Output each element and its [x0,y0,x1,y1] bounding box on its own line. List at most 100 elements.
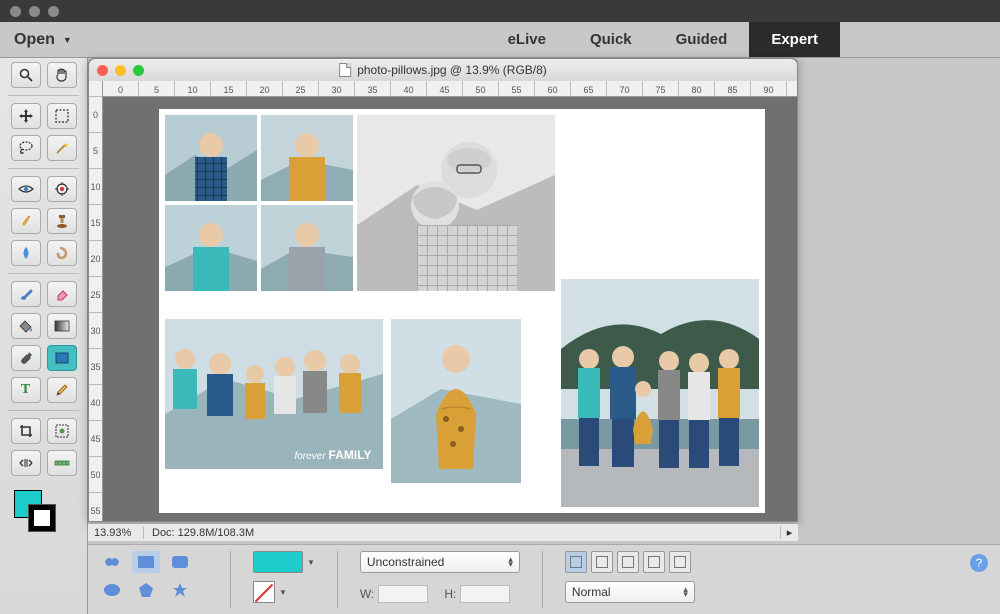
dropdown-icon: ▼ [63,35,72,45]
canvas[interactable]: forever FAMILY [103,97,797,521]
paint-bucket-tool[interactable] [11,313,41,339]
color-swatches[interactable] [6,490,81,540]
ruler-horizontal[interactable]: 051015202530354045505560657075808590 [103,81,797,97]
tab-expert[interactable]: Expert [749,22,840,57]
ruler-tick: 65 [571,81,607,96]
photo [261,205,353,291]
shape-polygon-icon[interactable] [132,579,160,601]
text-tool[interactable]: T [11,377,41,403]
no-stroke-well[interactable] [253,581,275,603]
width-value[interactable] [378,585,428,603]
workspace: T photo-pillows.jpg @ 13.9% (RG [0,58,1000,614]
document-info[interactable]: Doc: 129.8M/108.3M [144,527,780,539]
shape-tool[interactable] [47,345,77,371]
recompose-tool[interactable] [47,418,77,444]
photo [165,205,257,291]
minimize-icon[interactable] [115,65,126,76]
ruler-tick: 5 [139,81,175,96]
ruler-tick: 0 [89,97,102,133]
chevron-down-icon: ▼ [279,588,287,597]
ruler-tick: 40 [391,81,427,96]
blur-tool[interactable] [11,240,41,266]
blend-label: Normal [572,585,611,599]
crop-tool[interactable] [11,418,41,444]
gradient-tool[interactable] [47,313,77,339]
redeye-tool[interactable] [47,176,77,202]
shape-picker [98,551,208,608]
eraser-tool[interactable] [47,281,77,307]
fill-color-control[interactable]: ▼ [253,551,315,573]
exclude-shape-icon[interactable] [669,551,691,573]
shape-star-icon[interactable] [166,579,194,601]
background-color[interactable] [28,504,56,532]
open-label: Open [14,31,55,49]
ruler-tick: 50 [89,457,102,493]
healing-brush-tool[interactable] [11,208,41,234]
shape-rect-icon[interactable] [132,551,160,573]
open-menu-button[interactable]: Open ▼ [0,22,86,57]
chevron-down-icon: ▼ [307,558,315,567]
os-dot [10,6,21,17]
magic-wand-tool[interactable] [47,135,77,161]
stroke-color-control[interactable]: ▼ [253,581,287,603]
ruler-tick: 10 [89,169,102,205]
shape-custom-icon[interactable] [98,551,126,573]
options-bar: ▼ ▼ Unconstrained ▴▾ W: H: [88,544,1000,614]
ruler-tick: 35 [355,81,391,96]
document-window: photo-pillows.jpg @ 13.9% (RGB/8) 051015… [88,58,798,522]
eyedropper-tool[interactable] [11,345,41,371]
window-controls [97,65,144,76]
file-icon [339,63,351,77]
height-value[interactable] [460,585,510,603]
info-arrow-icon[interactable]: ▸ [780,526,798,539]
ruler-tick: 5 [89,133,102,169]
photo: forever FAMILY [165,319,383,469]
ruler-tick: 80 [679,81,715,96]
ruler-tick: 30 [319,81,355,96]
add-shape-icon[interactable] [591,551,613,573]
toolbox: T [0,58,88,614]
move-tool[interactable] [11,103,41,129]
brush-tool[interactable] [11,281,41,307]
pencil-tool[interactable] [47,377,77,403]
hand-tool[interactable] [47,62,77,88]
zoom-readout[interactable]: 13.93% [88,527,144,539]
ruler-vertical[interactable]: 0510152025303540455055 [89,81,103,521]
artboard: forever FAMILY [159,109,765,513]
intersect-shape-icon[interactable] [643,551,665,573]
shape-ellipse-icon[interactable] [98,579,126,601]
ruler-tick: 15 [211,81,247,96]
zoom-icon[interactable] [133,65,144,76]
lasso-tool[interactable] [11,135,41,161]
new-shape-layer-icon[interactable] [565,551,587,573]
marquee-tool[interactable] [47,103,77,129]
ruler-tick: 20 [247,81,283,96]
tab-guided[interactable]: Guided [654,22,750,57]
document-titlebar[interactable]: photo-pillows.jpg @ 13.9% (RGB/8) [89,59,797,81]
ruler-tick: 45 [89,421,102,457]
tab-elive[interactable]: eLive [486,22,568,57]
shape-rounded-rect-icon[interactable] [166,551,194,573]
mode-tabs: eLive Quick Guided Expert [486,22,840,57]
clone-stamp-tool[interactable] [47,208,77,234]
zoom-tool[interactable] [11,62,41,88]
content-aware-tool[interactable] [11,450,41,476]
ruler-tick: 75 [643,81,679,96]
blend-group: Normal ▴▾ [565,581,695,603]
eye-tool[interactable] [11,176,41,202]
fill-color-well[interactable] [253,551,303,573]
os-titlebar [0,0,1000,22]
photo [391,319,521,483]
help-icon[interactable]: ? [970,554,988,572]
chevron-updown-icon: ▴▾ [683,587,688,598]
ruler-tick: 85 [715,81,751,96]
smudge-tool[interactable] [47,240,77,266]
blend-mode-select[interactable]: Normal ▴▾ [565,581,695,603]
subtract-shape-icon[interactable] [617,551,639,573]
straighten-tool[interactable] [47,450,77,476]
separator [230,551,231,608]
close-icon[interactable] [97,65,108,76]
tab-quick[interactable]: Quick [568,22,654,57]
document-title: photo-pillows.jpg @ 13.9% (RGB/8) [339,63,547,77]
aspect-select[interactable]: Unconstrained ▴▾ [360,551,520,573]
